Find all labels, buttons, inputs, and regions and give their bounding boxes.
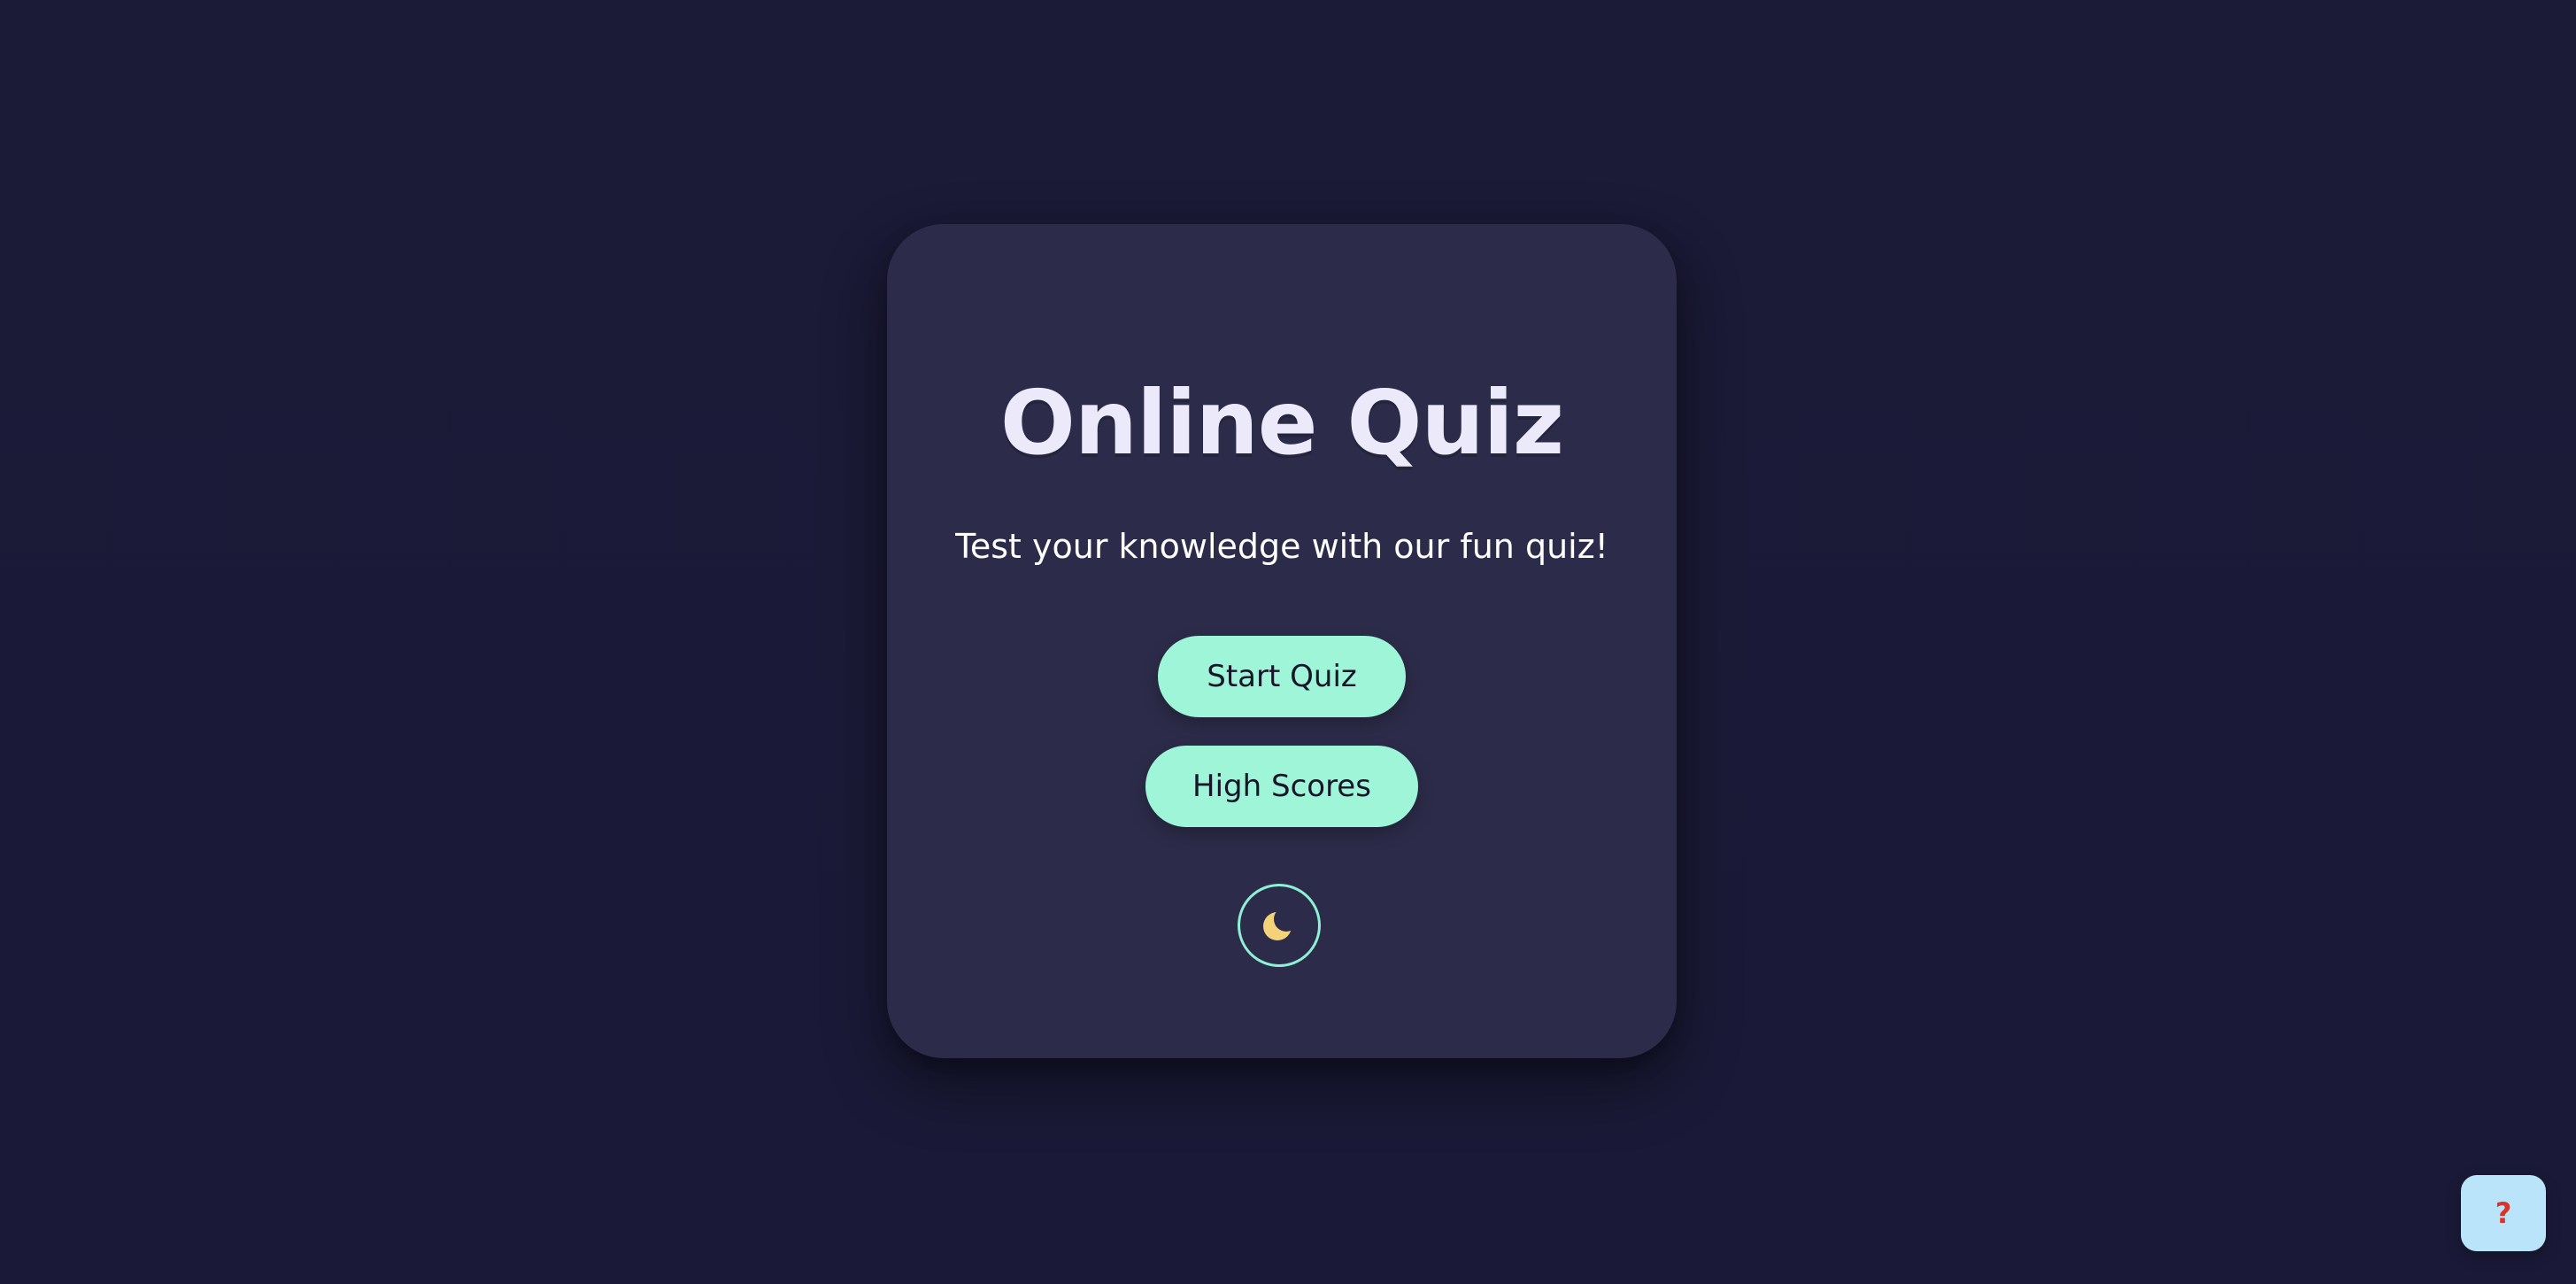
theme-toggle-button[interactable] <box>1238 884 1321 967</box>
page: Online Quiz Test your knowledge with our… <box>0 0 2576 1284</box>
page-title: Online Quiz <box>999 371 1564 475</box>
quiz-home-card: Online Quiz Test your knowledge with our… <box>887 224 1677 1058</box>
high-scores-button[interactable]: High Scores <box>1145 746 1418 827</box>
subtitle: Test your knowledge with our fun quiz! <box>955 527 1608 566</box>
help-button[interactable]: ? <box>2461 1175 2546 1251</box>
start-quiz-button[interactable]: Start Quiz <box>1158 636 1406 717</box>
moon-icon <box>1262 909 1296 942</box>
